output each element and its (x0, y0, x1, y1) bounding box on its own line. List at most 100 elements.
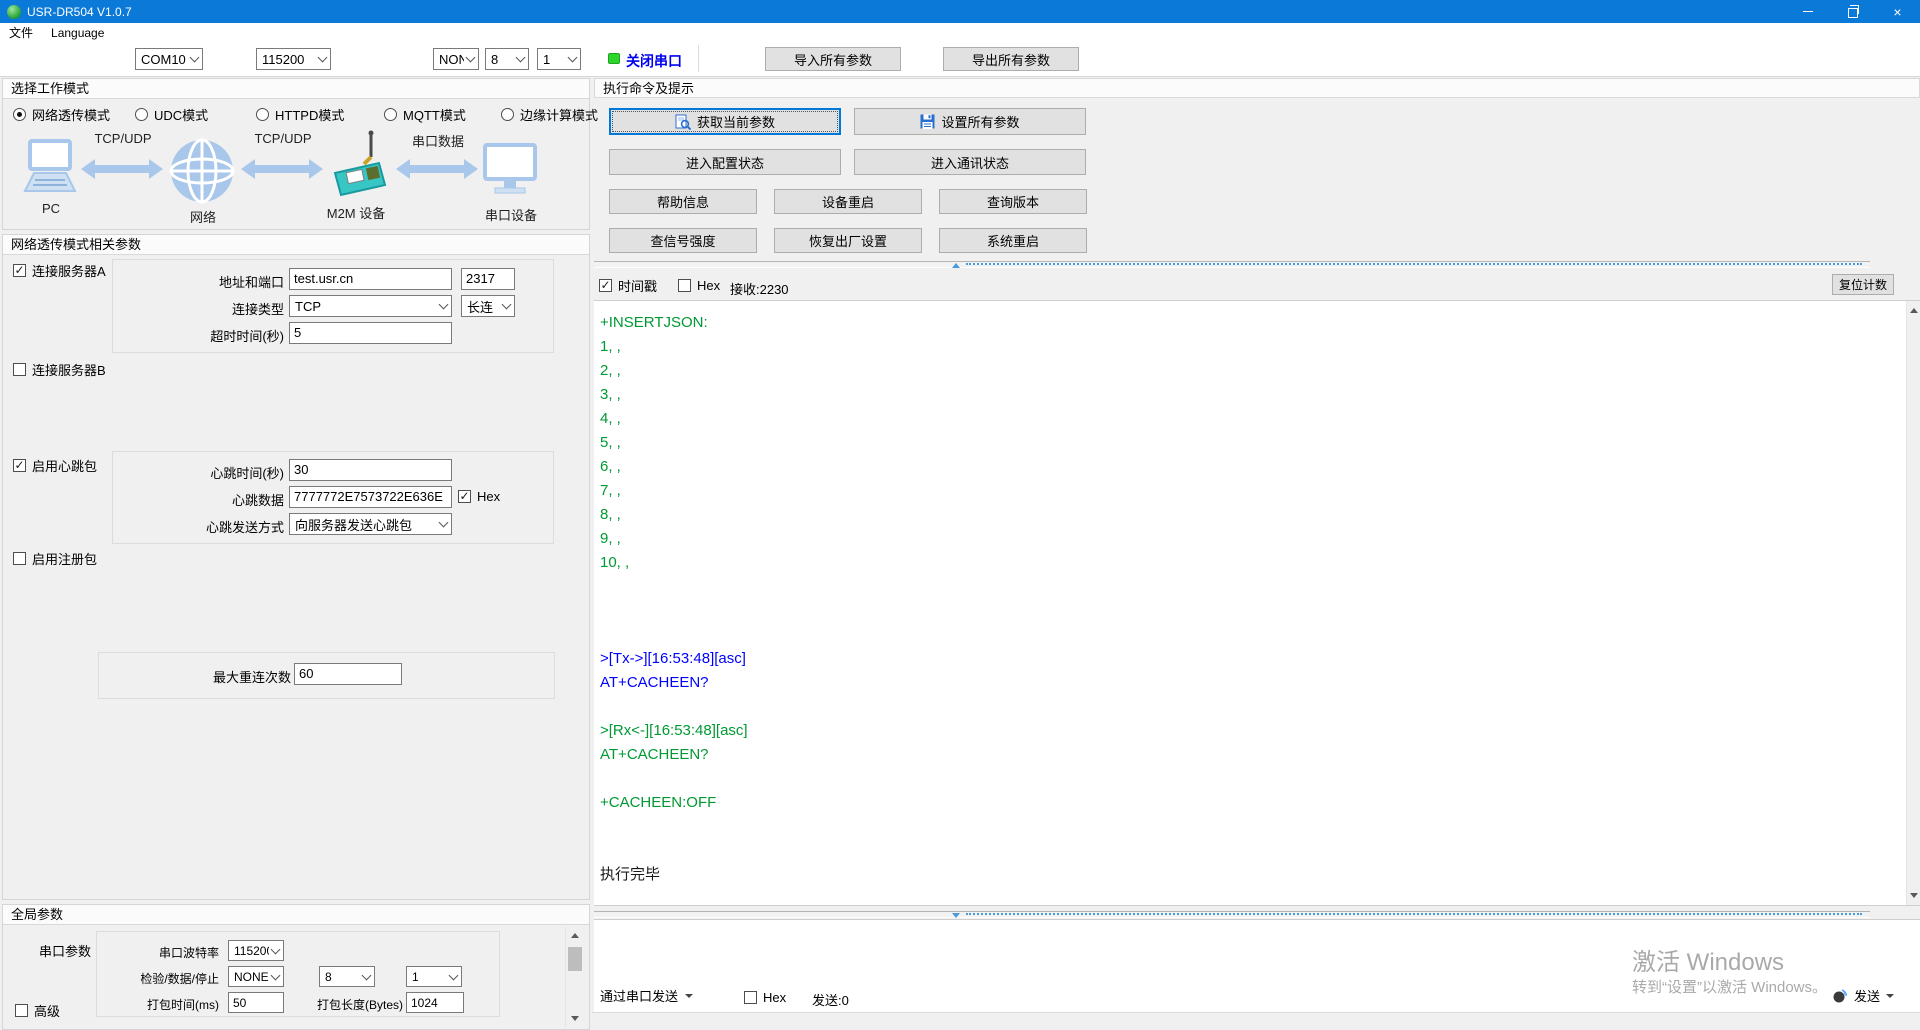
log-line: 3, , (600, 383, 748, 407)
log-area[interactable]: +INSERTJSON:1, ,2, ,3, ,4, ,5, ,6, ,7, ,… (594, 300, 1920, 906)
keepalive-select[interactable]: 长连 (461, 295, 515, 317)
pack-time-label: 打包时间(ms) (119, 996, 219, 1013)
checkbox-icon (13, 363, 26, 376)
heartbeat-hex-checkbox[interactable]: ✓ Hex (458, 488, 500, 504)
splitter-handle-icon (952, 263, 960, 268)
scroll-down-button[interactable] (1907, 887, 1920, 904)
chevron-down-icon (516, 53, 526, 63)
server-addr-input[interactable]: test.usr.cn (289, 268, 452, 290)
server-a-label: 连接服务器A (32, 261, 106, 280)
register-checkbox[interactable]: 启用注册包 (13, 550, 97, 566)
server-a-checkbox[interactable]: ✓ 连接服务器A (13, 262, 106, 278)
help-button[interactable]: 帮助信息 (609, 189, 757, 214)
scroll-up-icon (571, 933, 579, 938)
device-restart-button[interactable]: 设备重启 (774, 189, 922, 214)
send-via-serial-dropdown[interactable]: 通过串口发送 (600, 986, 693, 1005)
advanced-checkbox[interactable]: 高级 (15, 1002, 60, 1018)
query-signal-button[interactable]: 查信号强度 (609, 228, 757, 253)
log-line: 8, , (600, 503, 748, 527)
com-port-select[interactable]: COM10 (135, 48, 203, 70)
close-button[interactable]: × (1875, 0, 1920, 23)
splitter-dotted-handle (966, 263, 1862, 265)
baud-select[interactable]: 115200 (256, 48, 331, 70)
log-scrollbar[interactable] (1906, 301, 1920, 905)
global-params-group: 全局参数 串口参数 串口波特率 115200 检验/数据/停止 NONE 8 1… (2, 904, 590, 1030)
send-button[interactable]: 发送 (1832, 986, 1894, 1005)
log-splitter-bottom[interactable] (594, 911, 1870, 918)
heartbeat-checkbox[interactable]: ✓启用心跳包 (13, 457, 97, 473)
chevron-down-icon (466, 53, 476, 63)
glob-stopbits-select[interactable]: 1 (406, 966, 462, 987)
checkbox-icon: ✓ (13, 264, 26, 277)
minimize-button[interactable] (1785, 0, 1830, 23)
databits-select[interactable]: 8 (485, 48, 529, 70)
log-line (600, 815, 748, 839)
reset-count-button[interactable]: 复位计数 (1832, 274, 1894, 295)
minimize-icon (1803, 11, 1813, 12)
network-label: 网络 (171, 207, 235, 226)
heartbeat-mode-select[interactable]: 向服务器发送心跳包 (289, 513, 452, 535)
timeout-input[interactable]: 5 (289, 322, 452, 344)
glob-databits-select[interactable]: 8 (319, 966, 375, 987)
menu-language[interactable]: Language (42, 23, 113, 43)
glob-baud-select[interactable]: 115200 (228, 940, 284, 961)
timestamp-label: 时间戳 (618, 276, 657, 295)
pack-time-input[interactable]: 50 (228, 992, 284, 1013)
pack-len-input[interactable]: 1024 (406, 992, 464, 1013)
mode-radio-passthrough[interactable]: 网络透传模式 (13, 106, 110, 122)
server-port-input[interactable]: 2317 (461, 268, 515, 290)
hex-label: Hex (477, 489, 500, 504)
parity-select[interactable]: NONI (433, 48, 479, 70)
radio-icon (13, 108, 26, 121)
menu-file[interactable]: 文件 (0, 23, 42, 43)
restore-button[interactable] (1830, 0, 1875, 23)
factory-reset-button[interactable]: 恢复出厂设置 (774, 228, 922, 253)
chevron-down-icon (449, 970, 459, 980)
mode-radio-httpd[interactable]: HTTPD模式 (256, 106, 344, 122)
send-hex-checkbox[interactable]: Hex (744, 989, 786, 1005)
scroll-down-button[interactable] (566, 1010, 584, 1027)
export-params-button[interactable]: 导出所有参数 (943, 47, 1079, 71)
link2-label: TCP/UDP (243, 131, 323, 146)
scrollbar-thumb[interactable] (568, 947, 582, 971)
menu-bar: 文件 Language (0, 23, 1920, 43)
reconnect-input[interactable]: 60 (294, 663, 402, 685)
mode-radio-udc[interactable]: UDC模式 (135, 106, 208, 122)
enter-config-button[interactable]: 进入配置状态 (609, 149, 841, 175)
get-params-button[interactable]: 获取当前参数 (609, 108, 841, 135)
log-hex-checkbox[interactable]: Hex (678, 277, 720, 293)
save-icon (920, 114, 935, 129)
checkbox-icon: ✓ (458, 490, 471, 503)
close-serial-button[interactable]: 关闭串口 (626, 51, 682, 71)
chevron-down-icon (318, 53, 328, 63)
scroll-up-button[interactable] (1907, 302, 1920, 319)
set-params-button[interactable]: 设置所有参数 (854, 108, 1086, 135)
glob-parity-select[interactable]: NONE (228, 966, 284, 987)
server-b-checkbox[interactable]: 连接服务器B (13, 361, 106, 377)
set-params-label: 设置所有参数 (941, 112, 1019, 131)
left-panel-scrollbar[interactable] (565, 927, 584, 1027)
serial-params-label: 串口参数 (23, 941, 91, 960)
timestamp-checkbox[interactable]: ✓时间戳 (599, 277, 657, 293)
checkbox-icon (15, 1004, 28, 1017)
mode-radio-mqtt[interactable]: MQTT模式 (384, 106, 466, 122)
send-via-label: 通过串口发送 (600, 986, 678, 1005)
import-params-button[interactable]: 导入所有参数 (765, 47, 901, 71)
sent-count: 发送:0 (812, 990, 849, 1009)
server-b-label: 连接服务器B (32, 360, 106, 379)
scroll-up-icon (1910, 308, 1918, 313)
enter-comm-button[interactable]: 进入通讯状态 (854, 149, 1086, 175)
scroll-up-button[interactable] (566, 927, 584, 944)
send-label: 发送 (1854, 986, 1880, 1005)
conn-type-select[interactable]: TCP (289, 295, 452, 317)
heartbeat-time-input[interactable]: 30 (289, 459, 452, 481)
send-area[interactable]: 激活 Windows 转到“设置”以激活 Windows。 通过串口发送 Hex… (594, 919, 1920, 1014)
log-splitter-top[interactable] (594, 261, 1870, 268)
query-version-button[interactable]: 查询版本 (939, 189, 1087, 214)
system-restart-button[interactable]: 系统重启 (939, 228, 1087, 253)
conn-type-label: 连接类型 (121, 299, 284, 318)
stopbits-select[interactable]: 1 (537, 48, 581, 70)
mode-radio-edge[interactable]: 边缘计算模式 (501, 106, 598, 122)
heartbeat-data-input[interactable]: 7777772E7573722E636E (289, 486, 452, 508)
received-count: 接收:2230 (730, 279, 789, 298)
